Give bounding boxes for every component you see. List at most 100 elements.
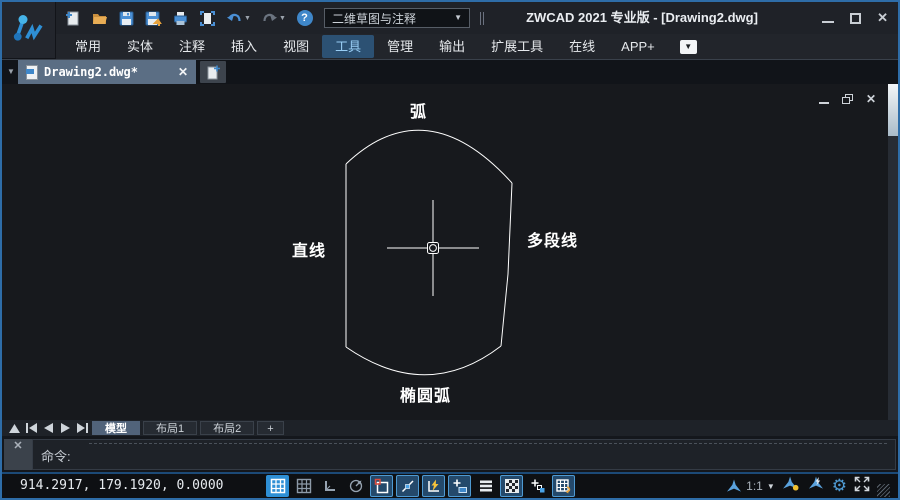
lineweight-toggle[interactable] <box>448 475 471 497</box>
grid-toggle[interactable] <box>292 475 315 497</box>
annotation-scale-control[interactable]: 1:1 ▼ <box>726 479 775 494</box>
tab-express-tools[interactable]: 扩展工具 <box>478 35 556 58</box>
command-resize-handle[interactable] <box>89 443 887 444</box>
command-input[interactable]: 命令: <box>32 439 896 470</box>
annotation-monitor-icon <box>555 478 572 495</box>
layout-tab-bar: 模型 布局1 布局2 + <box>2 420 898 436</box>
label-line: 直线 <box>292 237 326 261</box>
tab-manage[interactable]: 管理 <box>374 35 426 58</box>
settings-button[interactable]: ⚙ <box>832 477 847 496</box>
draw-order-toggle[interactable] <box>474 475 497 497</box>
tab-tools[interactable]: 工具 <box>322 35 374 58</box>
draw-order-icon <box>478 478 494 494</box>
maximize-button[interactable] <box>850 13 861 24</box>
command-window-grip[interactable]: ✕ <box>4 439 32 470</box>
help-button[interactable]: ? <box>292 7 317 29</box>
annotation-scale-icon <box>726 479 742 494</box>
object-snap-tracking-toggle[interactable] <box>396 475 419 497</box>
resize-grip[interactable] <box>877 484 890 497</box>
snap-toggle[interactable] <box>266 475 289 497</box>
auto-annotation-scale-toggle[interactable] <box>807 476 825 496</box>
drawing-canvas[interactable]: 弧 直线 多段线 椭圆弧 ✕ <box>2 84 888 420</box>
scrollbar-thumb[interactable] <box>888 84 898 136</box>
label-polyline: 多段线 <box>527 227 578 251</box>
open-button[interactable] <box>87 7 112 29</box>
redo-dropdown-caret[interactable]: ▼ <box>279 15 286 22</box>
status-toggles <box>266 475 575 497</box>
prev-layout-button[interactable] <box>41 422 55 434</box>
close-button[interactable]: ✕ <box>877 9 888 27</box>
annotation-scale-caret: ▼ <box>767 482 775 491</box>
dynamic-input-icon <box>426 478 442 494</box>
lineweight-icon <box>452 478 468 494</box>
add-layout-button[interactable]: + <box>257 421 283 435</box>
undo-dropdown-caret[interactable]: ▼ <box>244 15 251 22</box>
zwcad-logo-icon <box>11 11 47 49</box>
doc-minimize-button[interactable] <box>819 95 829 104</box>
plot-preview-icon <box>199 10 216 27</box>
up-triangle-icon <box>9 424 20 433</box>
new-doc-tab-button[interactable] <box>200 61 226 83</box>
layout-menu-up-button[interactable] <box>7 422 21 434</box>
print-button[interactable] <box>168 7 193 29</box>
doc-restore-button[interactable] <box>842 94 853 104</box>
window-controls: ✕ <box>822 2 888 34</box>
workspace-selector-value: 二维草图与注释 <box>332 10 454 27</box>
annotation-visibility-toggle[interactable] <box>782 476 800 496</box>
doc-restore-icon <box>842 94 853 104</box>
last-layout-button[interactable] <box>75 422 89 434</box>
next-layout-button[interactable] <box>58 422 72 434</box>
app-menu-button[interactable] <box>2 2 56 59</box>
dynamic-input-toggle[interactable] <box>422 475 445 497</box>
object-snap-toggle[interactable] <box>370 475 393 497</box>
ribbon-tab-bar: 常用 实体 注释 插入 视图 工具 管理 输出 扩展工具 在线 APP+ ▼ <box>56 34 898 59</box>
doc-close-button[interactable]: ✕ <box>866 90 876 108</box>
ribbon-collapse-button[interactable]: ▼ <box>680 40 697 54</box>
selection-cycling-icon <box>530 478 546 494</box>
arc-top[interactable] <box>346 130 512 183</box>
tab-model[interactable]: 模型 <box>92 421 140 435</box>
minimize-button[interactable] <box>822 13 834 23</box>
tab-app-plus[interactable]: APP+ <box>608 35 668 58</box>
elliptical-arc-bottom[interactable] <box>346 346 501 375</box>
save-button[interactable] <box>114 7 139 29</box>
fullscreen-button[interactable] <box>854 476 870 497</box>
tab-annotate[interactable]: 注释 <box>166 35 218 58</box>
transparency-toggle[interactable] <box>500 475 523 497</box>
vertical-scrollbar[interactable] <box>888 84 898 420</box>
polyline-right[interactable] <box>501 183 512 346</box>
tab-layout1[interactable]: 布局1 <box>143 421 197 435</box>
selection-cycling-toggle[interactable] <box>526 475 549 497</box>
new-file-button[interactable] <box>60 7 85 29</box>
grid-icon <box>296 478 312 494</box>
tab-common[interactable]: 常用 <box>62 35 114 58</box>
tab-layout2[interactable]: 布局2 <box>200 421 254 435</box>
annotation-visibility-icon <box>782 476 800 491</box>
undo-button[interactable]: ▼ <box>222 7 255 29</box>
tab-online[interactable]: 在线 <box>556 35 608 58</box>
next-arrow-icon <box>61 423 70 433</box>
polar-tracking-toggle[interactable] <box>344 475 367 497</box>
tab-view[interactable]: 视图 <box>270 35 322 58</box>
document-tab-bar: ▼ Drawing2.dwg* ✕ <box>2 60 898 84</box>
first-layout-button[interactable] <box>24 422 38 434</box>
doc-tab-list-caret[interactable]: ▼ <box>7 68 15 76</box>
doc-tab-active[interactable]: Drawing2.dwg* ✕ <box>18 60 196 84</box>
doc-tab-filename: Drawing2.dwg* <box>44 65 172 79</box>
new-doc-tab-icon <box>206 65 220 80</box>
plot-preview-button[interactable] <box>195 7 220 29</box>
status-bar: 914.2917, 179.1920, 0.0000 <box>2 472 898 498</box>
tab-insert[interactable]: 插入 <box>218 35 270 58</box>
redo-button[interactable]: ▼ <box>257 7 290 29</box>
doc-close-icon: ✕ <box>866 92 876 106</box>
command-prompt: 命令: <box>41 446 71 465</box>
command-close-icon[interactable]: ✕ <box>4 439 32 453</box>
save-as-button[interactable] <box>141 7 166 29</box>
workspace-selector[interactable]: 二维草图与注释 ▼ <box>324 8 470 28</box>
auto-annotation-scale-icon <box>807 476 825 491</box>
ortho-toggle[interactable] <box>318 475 341 497</box>
annotation-monitor-toggle[interactable] <box>552 475 575 497</box>
tab-solid[interactable]: 实体 <box>114 35 166 58</box>
doc-tab-close-icon[interactable]: ✕ <box>178 65 188 79</box>
tab-output[interactable]: 输出 <box>426 35 478 58</box>
